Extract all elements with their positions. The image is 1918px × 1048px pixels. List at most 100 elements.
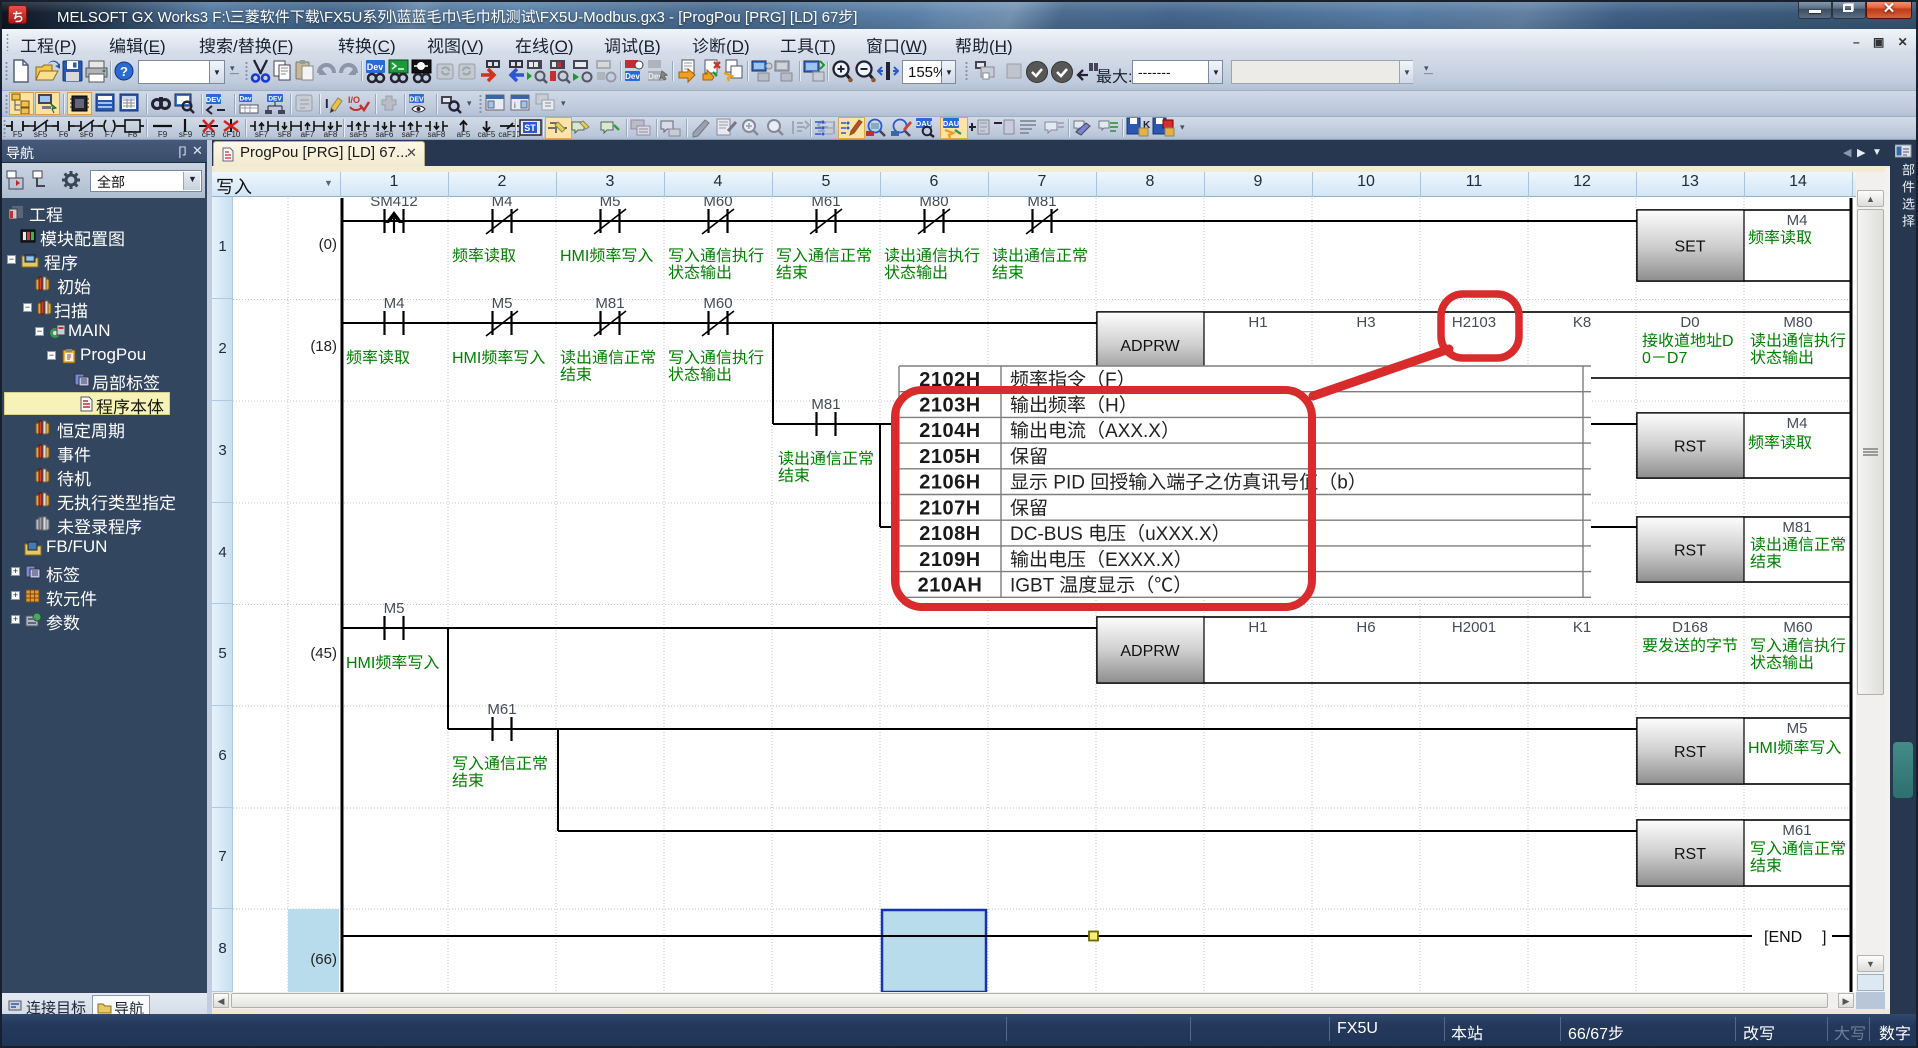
svg-text:SET: SET	[1674, 239, 1705, 256]
svg-text:2104H: 2104H	[919, 420, 980, 442]
svg-text:写入通信正常: 写入通信正常	[1750, 840, 1846, 858]
svg-text:读出通信执行: 读出通信执行	[1750, 332, 1846, 350]
svg-text:状态输出: 状态输出	[668, 366, 732, 384]
svg-text:HMI频率写入: HMI频率写入	[1748, 739, 1841, 757]
svg-text:H2001: H2001	[1452, 619, 1496, 636]
svg-text:?: ?	[120, 64, 128, 79]
svg-text:DEV: DEV	[206, 95, 221, 104]
svg-text:输出频率（H）: 输出频率（H）	[1010, 395, 1138, 417]
svg-text:写入通信正常: 写入通信正常	[776, 247, 872, 265]
svg-text:M81: M81	[811, 396, 840, 413]
svg-text:写入通信执行: 写入通信执行	[668, 247, 764, 265]
svg-text:M5: M5	[384, 600, 405, 617]
svg-text:I/O: I/O	[348, 95, 360, 105]
svg-text:M5: M5	[492, 295, 513, 312]
svg-text:M61: M61	[811, 197, 840, 210]
svg-text:M61: M61	[487, 701, 516, 718]
svg-text:M81: M81	[595, 295, 624, 312]
svg-text:M61: M61	[1782, 822, 1811, 839]
svg-text:M60: M60	[703, 295, 732, 312]
svg-text:2108H: 2108H	[919, 523, 980, 545]
svg-text:RST: RST	[1674, 846, 1706, 863]
svg-text:要发送的字节: 要发送的字节	[1642, 637, 1738, 655]
svg-text:输出电流（AXX.X）: 输出电流（AXX.X）	[1010, 420, 1180, 442]
svg-text:2106H: 2106H	[919, 472, 980, 494]
svg-text:DAU: DAU	[943, 119, 959, 128]
svg-text:210AH: 210AH	[918, 575, 983, 597]
svg-text:写入通信执行: 写入通信执行	[668, 349, 764, 367]
svg-text:I: I	[325, 96, 329, 111]
svg-text:(45): (45)	[310, 645, 337, 662]
svg-text:2109H: 2109H	[919, 549, 980, 571]
svg-text:i: i	[514, 101, 516, 110]
svg-text:频率读取: 频率读取	[452, 247, 516, 265]
svg-text:(66): (66)	[310, 951, 337, 968]
svg-text:M4: M4	[384, 295, 405, 312]
svg-text:HMI频率写入: HMI频率写入	[560, 247, 653, 265]
svg-text:状态输出: 状态输出	[1750, 349, 1814, 367]
svg-text:(0): (0)	[319, 236, 337, 253]
svg-text:K8: K8	[1573, 314, 1591, 331]
svg-text:结束: 结束	[560, 366, 592, 384]
svg-text:ADPRW: ADPRW	[1120, 643, 1180, 660]
svg-text:IGBT 温度显示（℃）: IGBT 温度显示（℃）	[1010, 575, 1192, 597]
svg-text:D0: D0	[1680, 314, 1699, 331]
svg-text:结束: 结束	[1750, 857, 1782, 875]
svg-text:RST: RST	[1674, 744, 1706, 761]
svg-text:读出通信正常: 读出通信正常	[778, 450, 874, 468]
svg-text:D168: D168	[1672, 619, 1708, 636]
svg-text:0－D7: 0－D7	[1642, 350, 1687, 367]
svg-text:H3: H3	[1356, 314, 1375, 331]
svg-text:HMI频率写入: HMI频率写入	[452, 349, 545, 367]
svg-text:Dev: Dev	[625, 72, 640, 81]
svg-text:ADPRW: ADPRW	[1120, 338, 1180, 355]
svg-text:结束: 结束	[992, 264, 1024, 282]
svg-text:M4: M4	[1787, 415, 1808, 432]
svg-text:结束: 结束	[1750, 553, 1782, 571]
svg-text:H6: H6	[1356, 619, 1375, 636]
svg-text:[END: [END	[1764, 929, 1802, 946]
svg-text:SM412: SM412	[370, 197, 418, 210]
svg-text:频率读取: 频率读取	[346, 349, 410, 367]
svg-text:状态输出: 状态输出	[884, 264, 948, 282]
svg-text:状态输出: 状态输出	[1750, 654, 1814, 672]
svg-text:保留: 保留	[1010, 498, 1048, 519]
svg-text:读出通信执行: 读出通信执行	[884, 247, 980, 265]
svg-text:H2103: H2103	[1452, 314, 1496, 331]
svg-text:M81: M81	[1782, 519, 1811, 536]
svg-text:Dev: Dev	[240, 96, 252, 103]
svg-text:RST: RST	[1674, 543, 1706, 560]
svg-text:]: ]	[1822, 929, 1826, 946]
svg-text:写入通信执行: 写入通信执行	[1750, 637, 1846, 655]
svg-text:结束: 结束	[452, 772, 484, 790]
svg-text:M60: M60	[1783, 619, 1812, 636]
svg-text:2103H: 2103H	[919, 395, 980, 417]
svg-text:写入通信正常: 写入通信正常	[452, 755, 548, 773]
svg-text:ST: ST	[524, 123, 536, 133]
svg-text:M4: M4	[1787, 212, 1808, 229]
svg-text:频率读取: 频率读取	[1748, 434, 1812, 452]
svg-text:2107H: 2107H	[919, 497, 980, 519]
svg-text:M4: M4	[492, 197, 513, 210]
svg-text:M80: M80	[919, 197, 948, 210]
svg-text:读出通信正常: 读出通信正常	[1750, 536, 1846, 554]
svg-text:M80: M80	[1783, 314, 1812, 331]
svg-text:读出通信正常: 读出通信正常	[992, 247, 1088, 265]
svg-text:DEV: DEV	[409, 97, 424, 104]
svg-text:RST: RST	[1674, 439, 1706, 456]
svg-text:K1: K1	[1573, 619, 1591, 636]
svg-text:Dev: Dev	[367, 62, 384, 72]
svg-text:H1: H1	[1248, 314, 1267, 331]
svg-text:2105H: 2105H	[919, 446, 980, 468]
svg-text:保留: 保留	[1010, 447, 1048, 468]
svg-text:读出通信正常: 读出通信正常	[560, 349, 656, 367]
svg-text:HMI频率写入: HMI频率写入	[346, 654, 439, 672]
svg-text:M60: M60	[703, 197, 732, 210]
svg-text:DEV: DEV	[268, 96, 282, 103]
svg-text:频率读取: 频率读取	[1748, 229, 1812, 247]
svg-text:(18): (18)	[310, 338, 337, 355]
svg-text:结束: 结束	[778, 467, 810, 485]
svg-text:H1: H1	[1248, 619, 1267, 636]
svg-text:状态输出: 状态输出	[668, 264, 732, 282]
svg-text:M5: M5	[600, 197, 621, 210]
